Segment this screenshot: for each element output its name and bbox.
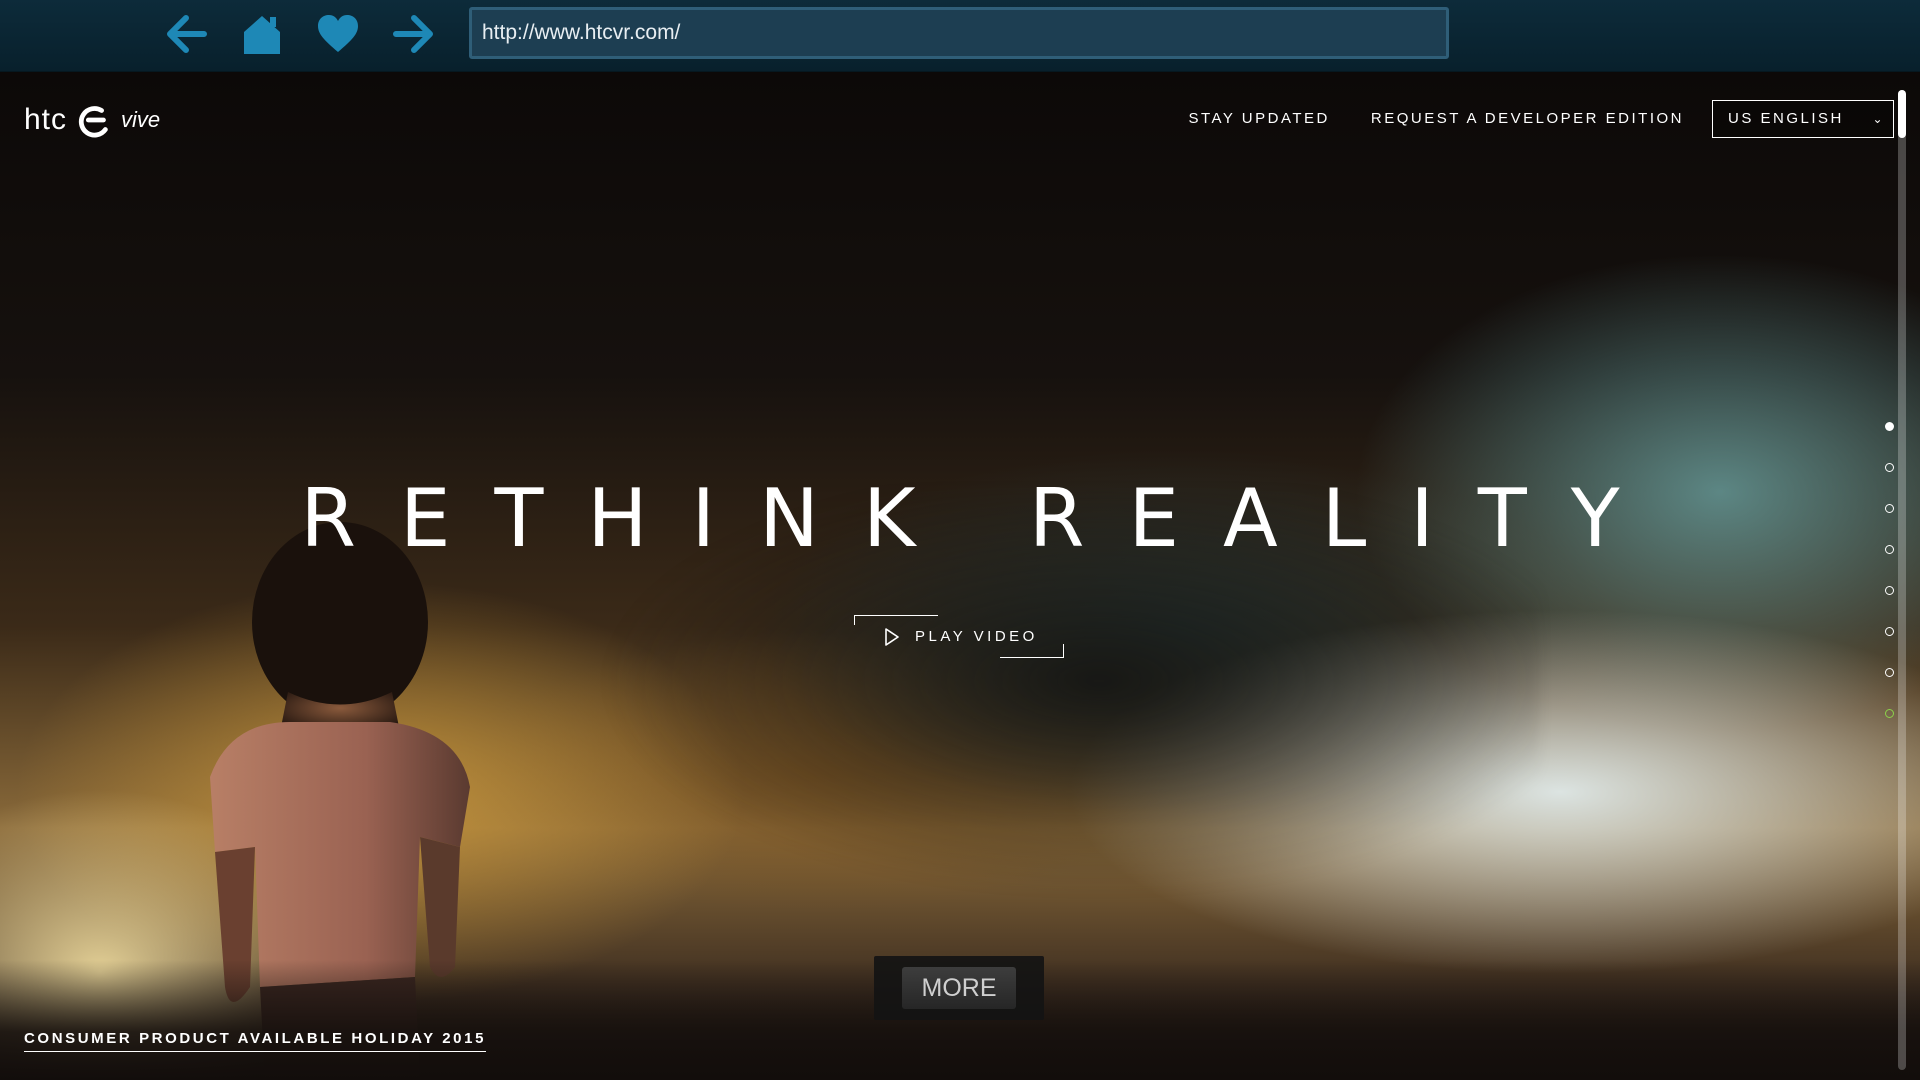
page-viewport: htc vive STAY UPDATED REQUEST A DEVELOPE… xyxy=(0,72,1920,1080)
back-button[interactable] xyxy=(160,10,212,58)
url-input[interactable]: http://www.htcvr.com/ xyxy=(469,7,1449,59)
section-dot-8[interactable] xyxy=(1885,709,1894,718)
home-button[interactable] xyxy=(236,10,288,58)
section-dot-1[interactable] xyxy=(1885,422,1894,431)
consumer-availability-link[interactable]: CONSUMER PRODUCT AVAILABLE HOLIDAY 2015 xyxy=(24,1030,487,1052)
section-dot-7[interactable] xyxy=(1885,668,1894,677)
forward-button[interactable] xyxy=(388,10,440,58)
favorite-button[interactable] xyxy=(312,10,364,58)
browser-toolbar: http://www.htcvr.com/ xyxy=(0,0,1920,72)
button-frame-bottom-right xyxy=(1000,644,1064,658)
logo-htc-text: htc xyxy=(24,103,68,136)
section-dot-2[interactable] xyxy=(1885,463,1894,472)
play-video-button[interactable]: PLAY VIDEO xyxy=(854,615,1064,658)
section-dot-5[interactable] xyxy=(1885,586,1894,595)
arrow-left-icon xyxy=(167,15,207,53)
arrow-right-icon xyxy=(393,15,433,53)
vive-logo-icon xyxy=(78,106,108,138)
chevron-down-icon: ⌄ xyxy=(1872,112,1885,126)
section-dot-4[interactable] xyxy=(1885,545,1894,554)
heart-icon xyxy=(318,15,358,52)
logo-vive-text: vive xyxy=(121,107,161,132)
more-button[interactable]: MORE xyxy=(902,967,1016,1009)
play-video-label: PLAY VIDEO xyxy=(915,628,1038,645)
nav-request-developer-edition[interactable]: REQUEST A DEVELOPER EDITION xyxy=(1371,110,1684,127)
language-select[interactable]: US ENGLISH ⌄ xyxy=(1712,100,1894,138)
section-dot-6[interactable] xyxy=(1885,627,1894,636)
scrollbar-thumb[interactable] xyxy=(1898,90,1906,138)
play-icon xyxy=(885,628,899,646)
section-dot-3[interactable] xyxy=(1885,504,1894,513)
section-pager xyxy=(1885,422,1894,718)
htc-vive-logo[interactable]: htc vive xyxy=(24,98,160,142)
home-icon xyxy=(244,16,280,54)
button-frame-top-left xyxy=(854,615,938,625)
language-select-value: US ENGLISH xyxy=(1728,110,1844,127)
nav-stay-updated[interactable]: STAY UPDATED xyxy=(1188,110,1329,127)
hero-title: RETHINK REALITY xyxy=(300,472,1664,565)
page-scrollbar[interactable] xyxy=(1898,90,1906,1070)
top-navigation: STAY UPDATED REQUEST A DEVELOPER EDITION xyxy=(1188,110,1684,127)
more-button-container: MORE xyxy=(874,956,1044,1020)
